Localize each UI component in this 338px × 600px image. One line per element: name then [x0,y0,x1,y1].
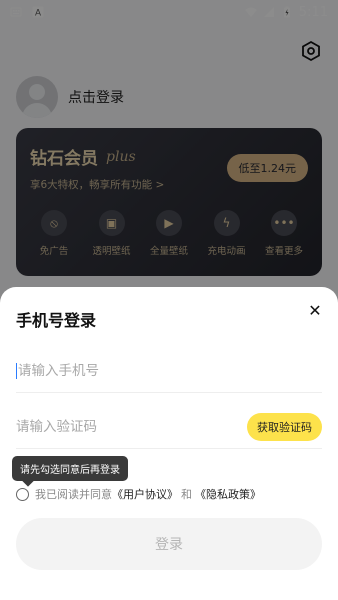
agreement-and: 和 [181,488,192,501]
privacy-policy-link[interactable]: 《隐私政策》 [195,486,261,502]
agreement-prefix: 我已阅读并同意 [35,488,112,501]
text-caret [16,362,17,379]
close-icon: ✕ [308,300,322,320]
phone-field[interactable] [16,349,322,393]
agreement-checkbox[interactable] [16,487,29,501]
get-code-button[interactable]: 获取验证码 [247,412,322,441]
login-sheet: 手机号登录 ✕ 获取验证码 请先勾选同意后再登录 我已阅读并同意 《用户协议》 … [0,287,338,600]
agreement-tooltip: 请先勾选同意后再登录 [12,456,128,481]
phone-input[interactable] [18,362,322,379]
code-input[interactable] [16,418,247,435]
user-agreement-link[interactable]: 《用户协议》 [112,486,178,502]
close-button[interactable]: ✕ [306,300,324,320]
sheet-title: 手机号登录 [16,311,97,330]
code-field[interactable]: 获取验证码 [16,405,322,449]
login-button[interactable]: 登录 [16,518,322,570]
agreement-row: 我已阅读并同意 《用户协议》 和 《隐私政策》 [16,486,261,502]
